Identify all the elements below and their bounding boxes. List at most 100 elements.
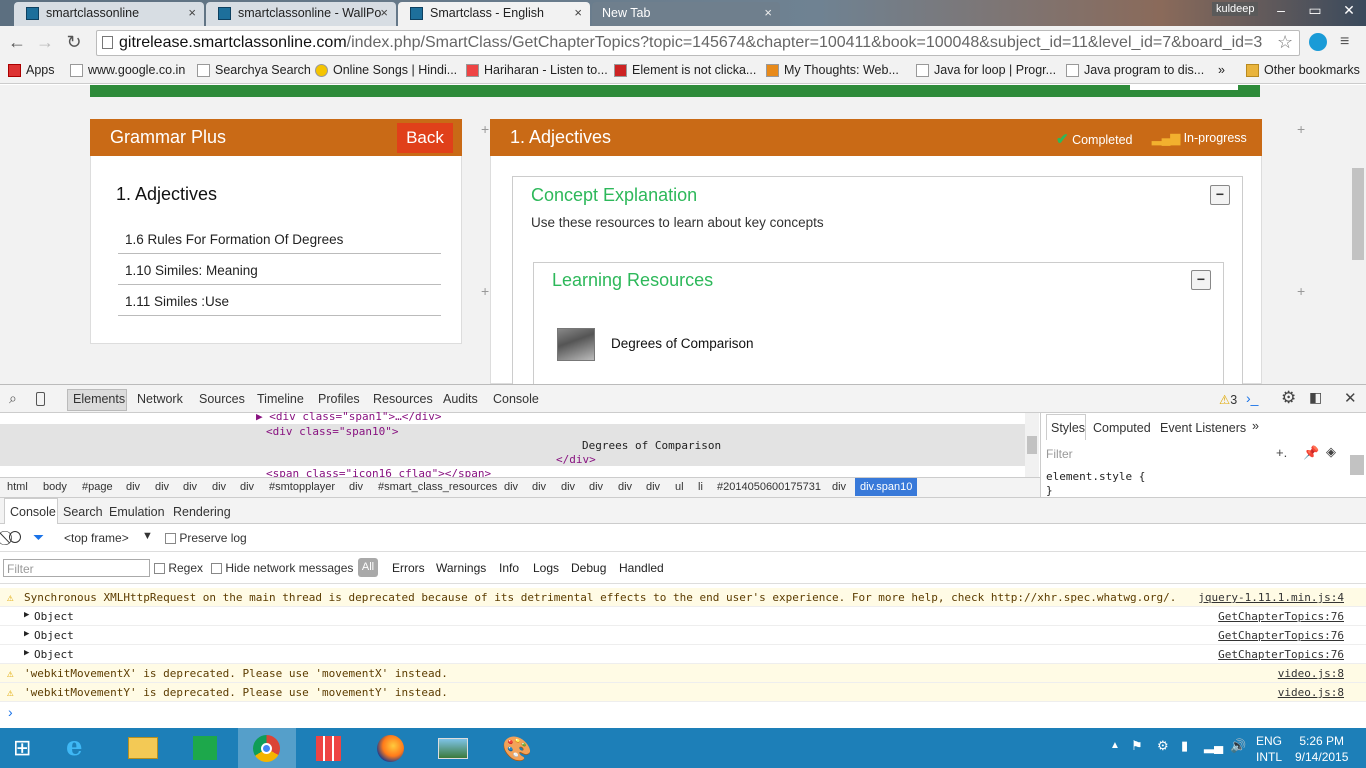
breadcrumb-item[interactable]: body xyxy=(43,481,67,493)
level-logs[interactable]: Logs xyxy=(533,561,559,575)
bookmark-item[interactable]: Searchya Search xyxy=(197,63,311,77)
forward-arrow-icon[interactable]: → xyxy=(34,31,56,53)
source-link[interactable]: GetChapterTopics:76 xyxy=(1218,648,1344,661)
breadcrumb-item[interactable]: div xyxy=(240,481,254,493)
console-filter-input[interactable]: Filter xyxy=(3,559,150,577)
close-tab-icon[interactable]: × xyxy=(764,5,772,20)
frame-selector[interactable]: <top frame> xyxy=(64,531,129,545)
resource-link[interactable]: Degrees of Comparison xyxy=(611,336,754,351)
dom-text-node[interactable]: Degrees of Comparison xyxy=(582,439,721,452)
breadcrumb-item[interactable]: li xyxy=(698,481,703,493)
back-arrow-icon[interactable]: ← xyxy=(6,31,28,53)
level-info[interactable]: Info xyxy=(499,561,519,575)
tab-elements[interactable]: Elements xyxy=(73,392,125,406)
extension-icon[interactable] xyxy=(1309,33,1327,51)
bookmark-item[interactable]: Online Songs | Hindi... xyxy=(315,63,457,77)
collapse-button[interactable]: − xyxy=(1210,185,1230,205)
taskbar-firefox[interactable] xyxy=(362,728,420,768)
tab-wallpaper[interactable]: smartclassonline - WallPo × xyxy=(206,2,396,26)
hide-network-checkbox[interactable]: Hide network messages xyxy=(211,561,353,575)
console-drawer-icon[interactable]: ›_ xyxy=(1246,390,1258,406)
level-handled[interactable]: Handled xyxy=(619,561,664,575)
topic-item[interactable]: 1.6 Rules For Formation Of Degrees xyxy=(118,223,441,254)
show-hidden-icons-icon[interactable]: ▲ xyxy=(1110,740,1120,751)
tab-smartclassonline[interactable]: smartclassonline × xyxy=(14,2,204,26)
breadcrumb-item[interactable]: div xyxy=(183,481,197,493)
expand-triangle-icon[interactable]: ▶ xyxy=(24,610,29,620)
tab-network[interactable]: Network xyxy=(137,392,183,406)
breadcrumb-item[interactable]: div xyxy=(349,481,363,493)
checkbox-icon[interactable] xyxy=(211,563,222,575)
breadcrumb-item[interactable]: #page xyxy=(82,481,113,493)
source-link[interactable]: GetChapterTopics:76 xyxy=(1218,629,1344,642)
close-devtools-icon[interactable]: ✕ xyxy=(1344,389,1357,407)
tab-styles[interactable]: Styles xyxy=(1051,421,1085,435)
level-errors[interactable]: Errors xyxy=(392,561,425,575)
styles-overflow-button[interactable]: » xyxy=(1252,419,1259,433)
breadcrumb-item[interactable]: #smtopplayer xyxy=(269,481,335,493)
clear-console-icon-circle[interactable] xyxy=(9,531,21,543)
dom-scrollbar-thumb[interactable] xyxy=(1027,436,1037,454)
dom-line[interactable]: <span class="icon16 cflag"></span> xyxy=(266,467,491,477)
breadcrumb-item[interactable]: div xyxy=(126,481,140,493)
breadcrumb-item[interactable]: div xyxy=(155,481,169,493)
topic-item[interactable]: 1.11 Similes :Use xyxy=(118,285,441,316)
level-debug[interactable]: Debug xyxy=(571,561,606,575)
collapse-button[interactable]: − xyxy=(1191,270,1211,290)
level-all[interactable]: All xyxy=(358,558,378,577)
close-tab-icon[interactable]: × xyxy=(380,5,388,20)
checkbox-icon[interactable] xyxy=(154,563,165,575)
source-link[interactable]: GetChapterTopics:76 xyxy=(1218,610,1344,623)
minimize-icon[interactable]: – xyxy=(1264,0,1298,22)
console-input[interactable]: › xyxy=(0,702,1366,728)
breadcrumb-item[interactable]: div xyxy=(561,481,575,493)
wifi-signal-icon[interactable]: ▂▄ xyxy=(1204,738,1223,754)
maximize-icon[interactable]: ▭ xyxy=(1298,0,1332,22)
inspect-search-icon[interactable]: ⌕ xyxy=(9,390,17,407)
taskbar-apps[interactable] xyxy=(300,728,358,768)
breadcrumb-item[interactable]: div xyxy=(532,481,546,493)
action-center-flag-icon[interactable]: ⚑ xyxy=(1131,738,1143,754)
element-state-icon[interactable]: ◈ xyxy=(1326,444,1336,460)
tab-resources[interactable]: Resources xyxy=(373,392,433,406)
drawer-tab-search[interactable]: Search xyxy=(63,505,103,519)
expand-triangle-icon[interactable]: ▶ xyxy=(24,629,29,639)
volume-icon[interactable]: 🔊 xyxy=(1230,738,1246,754)
bookmark-item[interactable]: Java program to dis... xyxy=(1066,63,1204,77)
breadcrumb-item[interactable]: html xyxy=(7,481,28,493)
bookmark-item[interactable]: Element is not clicka... xyxy=(614,63,756,77)
checkbox-icon[interactable] xyxy=(165,533,176,545)
drawer-tab-emulation[interactable]: Emulation xyxy=(109,505,165,519)
settings-gear-icon[interactable]: ⚙ xyxy=(1281,388,1296,408)
reload-icon[interactable]: ↻ xyxy=(63,31,85,53)
breadcrumb-active[interactable]: div.span10 xyxy=(855,478,917,496)
profile-button[interactable]: kuldeep xyxy=(1212,2,1258,16)
breadcrumb-item[interactable]: #smart_class_resources xyxy=(378,481,497,493)
close-tab-icon[interactable]: × xyxy=(574,5,582,20)
breadcrumb-item[interactable]: ul xyxy=(675,481,684,493)
other-bookmarks-folder[interactable]: Other bookmarks xyxy=(1246,63,1360,77)
bookmark-star-icon[interactable]: ☆ xyxy=(1277,32,1293,53)
taskbar-ie[interactable]: e xyxy=(52,728,110,768)
tab-audits[interactable]: Audits xyxy=(443,392,478,406)
breadcrumb-item[interactable]: div xyxy=(832,481,846,493)
source-link[interactable]: video.js:8 xyxy=(1278,686,1344,699)
close-window-icon[interactable]: ✕ xyxy=(1332,0,1366,22)
dom-line[interactable]: </div> xyxy=(556,453,596,466)
tab-profiles[interactable]: Profiles xyxy=(318,392,360,406)
tab-sources[interactable]: Sources xyxy=(199,392,245,406)
address-bar[interactable]: gitrelease.smartclassonline.com/index.ph… xyxy=(96,30,1300,56)
source-link[interactable]: video.js:8 xyxy=(1278,667,1344,680)
tab-console[interactable]: Console xyxy=(493,392,539,406)
dock-side-icon[interactable]: ◧ xyxy=(1309,389,1322,406)
breadcrumb-item[interactable]: #2014050600175731 xyxy=(717,481,821,493)
drawer-tab-rendering[interactable]: Rendering xyxy=(173,505,231,519)
styles-scrollbar-thumb[interactable] xyxy=(1350,455,1364,475)
frame-dropdown-icon[interactable]: ▼ xyxy=(142,530,153,542)
tab-new-tab[interactable]: New Tab × xyxy=(592,2,780,26)
taskbar-explorer[interactable] xyxy=(114,728,172,768)
device-mode-icon[interactable] xyxy=(36,392,45,406)
back-button[interactable]: Back xyxy=(397,123,453,153)
tab-computed[interactable]: Computed xyxy=(1093,421,1151,435)
header-bar-button[interactable] xyxy=(1130,85,1238,90)
